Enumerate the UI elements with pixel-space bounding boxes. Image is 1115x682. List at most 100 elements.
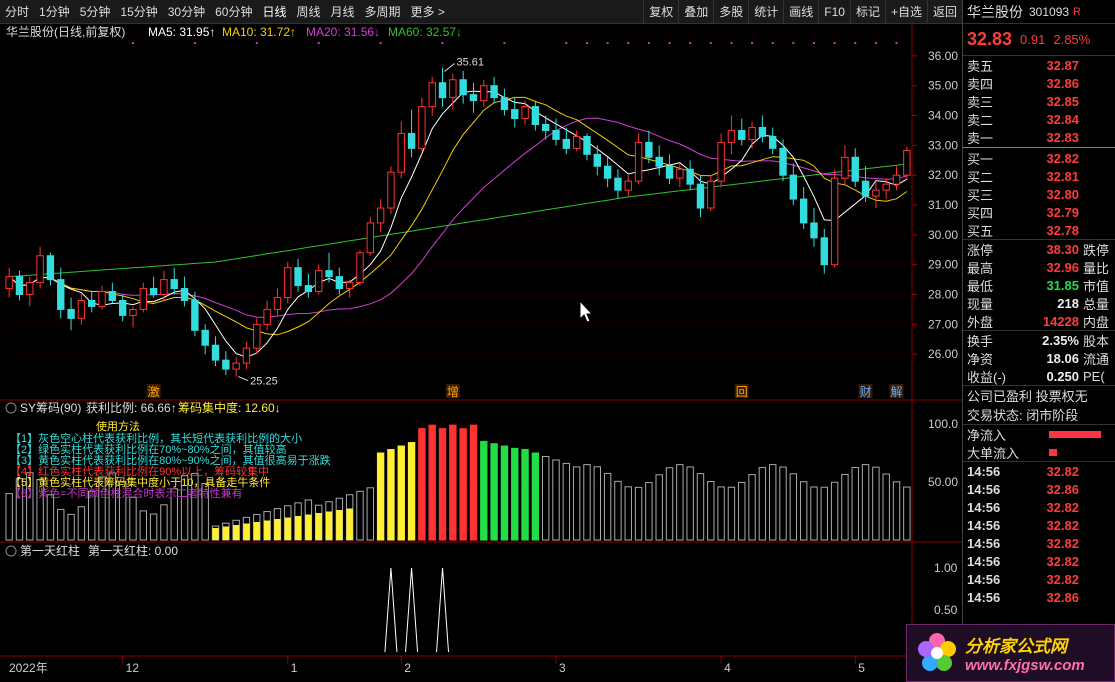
candle-body[interactable] [521,106,529,120]
event-marker[interactable]: 财 [860,385,872,399]
candle-body[interactable] [191,299,199,331]
period-tab-1[interactable]: 1分钟 [34,0,75,24]
candle-body[interactable] [810,222,818,239]
candle-body[interactable] [77,299,86,319]
candle-body[interactable] [738,129,746,140]
candle-body[interactable] [108,291,117,301]
kline-chart-area[interactable]: 36.00 35.00 34.00 33.00 32.00 31.00 30.00 29.00… [0,24,962,682]
candle-body[interactable] [387,171,395,209]
tool-button-1[interactable]: 叠加 [678,0,713,24]
candle-body[interactable] [376,207,385,224]
candle-body[interactable] [428,82,436,108]
candle-body[interactable] [366,222,374,254]
candle-body[interactable] [57,279,65,310]
candle-body[interactable] [88,299,96,307]
tool-button-4[interactable]: 画线 [783,0,818,24]
bids-row[interactable]: 买二 32.81 [963,167,1115,185]
candle-body[interactable] [170,279,178,290]
tool-button-7[interactable]: +自选 [884,0,927,24]
candle-body[interactable] [572,135,581,149]
candle-body[interactable] [15,276,24,296]
candle-body[interactable] [748,126,756,140]
candle-body[interactable] [903,149,911,176]
candle-body[interactable] [98,291,106,307]
kline-chart-svg[interactable]: 36.0035.0034.0033.0032.0031.0030.0029.00… [0,24,962,682]
candle-body[interactable] [872,189,880,197]
candle-body[interactable] [211,344,220,361]
candle-body[interactable] [841,156,849,179]
candle-body[interactable] [799,198,808,224]
candle-body[interactable] [26,282,34,296]
candle-body[interactable] [696,183,705,209]
candle-body[interactable] [263,308,271,325]
candle-body[interactable] [779,147,787,176]
period-tab-10[interactable]: 更多 > [406,0,450,24]
panel-collapse-icon[interactable] [5,402,17,414]
candle-body[interactable] [665,165,674,179]
candle-body[interactable] [304,285,313,293]
candle-body[interactable] [36,255,44,284]
asks-row[interactable]: 卖一 32.83 [963,128,1115,146]
candle-body[interactable] [500,97,509,111]
candle-body[interactable] [603,165,612,179]
asks-row[interactable]: 卖五 32.87 [963,56,1115,74]
candle-body[interactable] [294,267,302,287]
candle-body[interactable] [676,168,684,179]
candle-body[interactable] [655,156,663,167]
candle-body[interactable] [717,141,725,182]
event-marker[interactable]: 增 [447,385,459,399]
tool-button-8[interactable]: 返回 [926,0,962,24]
period-tab-8[interactable]: 月线 [326,0,360,24]
candle-body[interactable] [830,177,839,266]
panel-collapse-icon[interactable] [5,545,17,557]
candle-body[interactable] [118,299,127,316]
candle-body[interactable] [892,174,901,185]
bids-row[interactable]: 买三 32.80 [963,185,1115,203]
candle-body[interactable] [820,237,828,266]
candle-body[interactable] [624,180,632,191]
candle-body[interactable] [345,282,354,290]
candle-body[interactable] [129,308,137,316]
period-tab-9[interactable]: 多周期 [360,0,406,24]
candle-body[interactable] [46,255,55,281]
candle-body[interactable] [583,135,591,155]
asks-row[interactable]: 卖二 32.84 [963,110,1115,128]
candle-body[interactable] [707,180,715,209]
candle-body[interactable] [253,323,261,349]
candle-body[interactable] [407,132,416,149]
period-tab-5[interactable]: 60分钟 [210,0,257,24]
period-tab-4[interactable]: 30分钟 [163,0,210,24]
candle-body[interactable] [552,129,560,140]
candle-body[interactable] [438,82,447,99]
candle-body[interactable] [614,177,622,191]
candle-body[interactable] [149,288,158,296]
tool-button-0[interactable]: 复权 [643,0,678,24]
candle-body[interactable] [769,135,777,149]
tool-button-5[interactable]: F10 [818,0,850,24]
candle-body[interactable] [531,106,540,125]
candle-body[interactable] [356,252,364,284]
candle-body[interactable] [284,267,292,298]
candle-body[interactable] [851,156,859,182]
event-marker[interactable]: 激 [148,385,160,399]
candle-body[interactable] [727,129,736,143]
candle-body[interactable] [222,359,230,370]
candle-body[interactable] [449,79,457,99]
bids-row[interactable]: 买一 32.82 [963,149,1115,167]
bids-row[interactable]: 买五 32.78 [963,221,1115,239]
tool-button-3[interactable]: 统计 [748,0,783,24]
candle-body[interactable] [882,183,890,191]
candle-body[interactable] [562,138,571,149]
tool-button-2[interactable]: 多股 [713,0,748,24]
candle-body[interactable] [232,362,240,370]
candle-body[interactable] [490,85,498,99]
event-marker[interactable]: 解 [891,385,903,399]
candle-body[interactable] [469,94,478,102]
period-tab-7[interactable]: 周线 [291,0,325,24]
candle-body[interactable] [634,141,643,182]
event-marker[interactable]: 回 [736,385,748,399]
candle-body[interactable] [418,106,426,149]
candle-body[interactable] [480,85,488,102]
candle-body[interactable] [273,297,282,310]
asks-row[interactable]: 卖三 32.85 [963,92,1115,110]
